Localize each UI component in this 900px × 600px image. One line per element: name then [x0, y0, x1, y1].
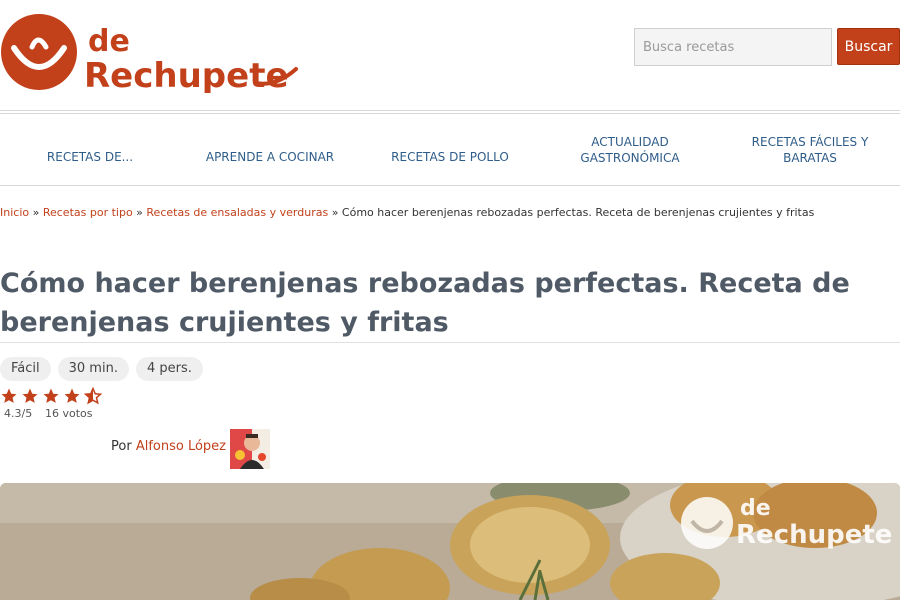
- author-prefix: Por: [111, 439, 132, 454]
- star-icon[interactable]: [21, 387, 39, 405]
- star-half-icon[interactable]: [84, 387, 102, 405]
- author-link[interactable]: Alfonso López: [136, 439, 226, 454]
- hero-illustration: de Rechupete: [0, 483, 900, 600]
- search-button[interactable]: Buscar: [837, 28, 900, 65]
- rating-score: 4.3/5: [4, 407, 33, 420]
- avatar-illustration: [230, 429, 270, 469]
- breadcrumb-current: Cómo hacer berenjenas rebozadas perfecta…: [341, 206, 815, 219]
- time-badge: 30 min.: [57, 357, 129, 381]
- watermark-text-bottom: Rechupete: [736, 520, 892, 550]
- breadcrumb: Inicio » Recetas por tipo » Recetas de e…: [0, 206, 900, 219]
- site-header: de Rechupete Busca r: [0, 0, 900, 110]
- breadcrumb-link-recetas-por-tipo[interactable]: Recetas por tipo: [43, 206, 133, 219]
- servings-badge: 4 pers.: [135, 357, 203, 381]
- site-logo[interactable]: de Rechupete: [0, 13, 300, 96]
- nav-item-recetas-faciles-baratas[interactable]: RECETAS FÁCILES Y BARATAS: [720, 114, 900, 185]
- page-title: Cómo hacer berenjenas rebozadas perfecta…: [0, 268, 850, 338]
- logo-text-top: de: [88, 24, 130, 59]
- breadcrumb-separator: »: [32, 206, 40, 219]
- recipe-meta-badges: Fácil 30 min. 4 pers.: [0, 357, 203, 381]
- nav-item-recetas-de[interactable]: RECETAS DE...: [0, 114, 180, 185]
- breadcrumb-link-ensaladas-verduras[interactable]: Recetas de ensaladas y verduras: [146, 206, 328, 219]
- nav-item-actualidad-gastronomica[interactable]: ACTUALIDAD GASTRONÓMICA: [540, 114, 720, 185]
- rating-votes: 16 votos: [45, 407, 93, 420]
- nav-item-recetas-de-pollo[interactable]: RECETAS DE POLLO: [360, 114, 540, 185]
- nav-item-aprende-a-cocinar[interactable]: APRENDE A COCINAR: [180, 114, 360, 185]
- title-divider: [0, 342, 900, 343]
- logo-text-bottom: Rechupete: [84, 56, 289, 93]
- rating-stars[interactable]: [0, 387, 102, 405]
- breadcrumb-separator: »: [136, 206, 143, 219]
- author-avatar[interactable]: [230, 429, 270, 469]
- breadcrumb-separator: »: [331, 206, 339, 219]
- logo-graphic: de Rechupete: [1, 14, 298, 96]
- star-icon[interactable]: [63, 387, 81, 405]
- breadcrumb-link-inicio[interactable]: Inicio: [0, 206, 29, 219]
- author-line: Por Alfonso López: [111, 439, 226, 454]
- main-nav: RECETAS DE... APRENDE A COCINAR RECETAS …: [0, 114, 900, 186]
- star-icon[interactable]: [0, 387, 18, 405]
- star-icon[interactable]: [42, 387, 60, 405]
- difficulty-badge: Fácil: [0, 357, 51, 381]
- search-input[interactable]: [634, 28, 832, 66]
- watermark-text-top: de: [740, 496, 771, 521]
- recipe-hero-image: de Rechupete: [0, 483, 900, 600]
